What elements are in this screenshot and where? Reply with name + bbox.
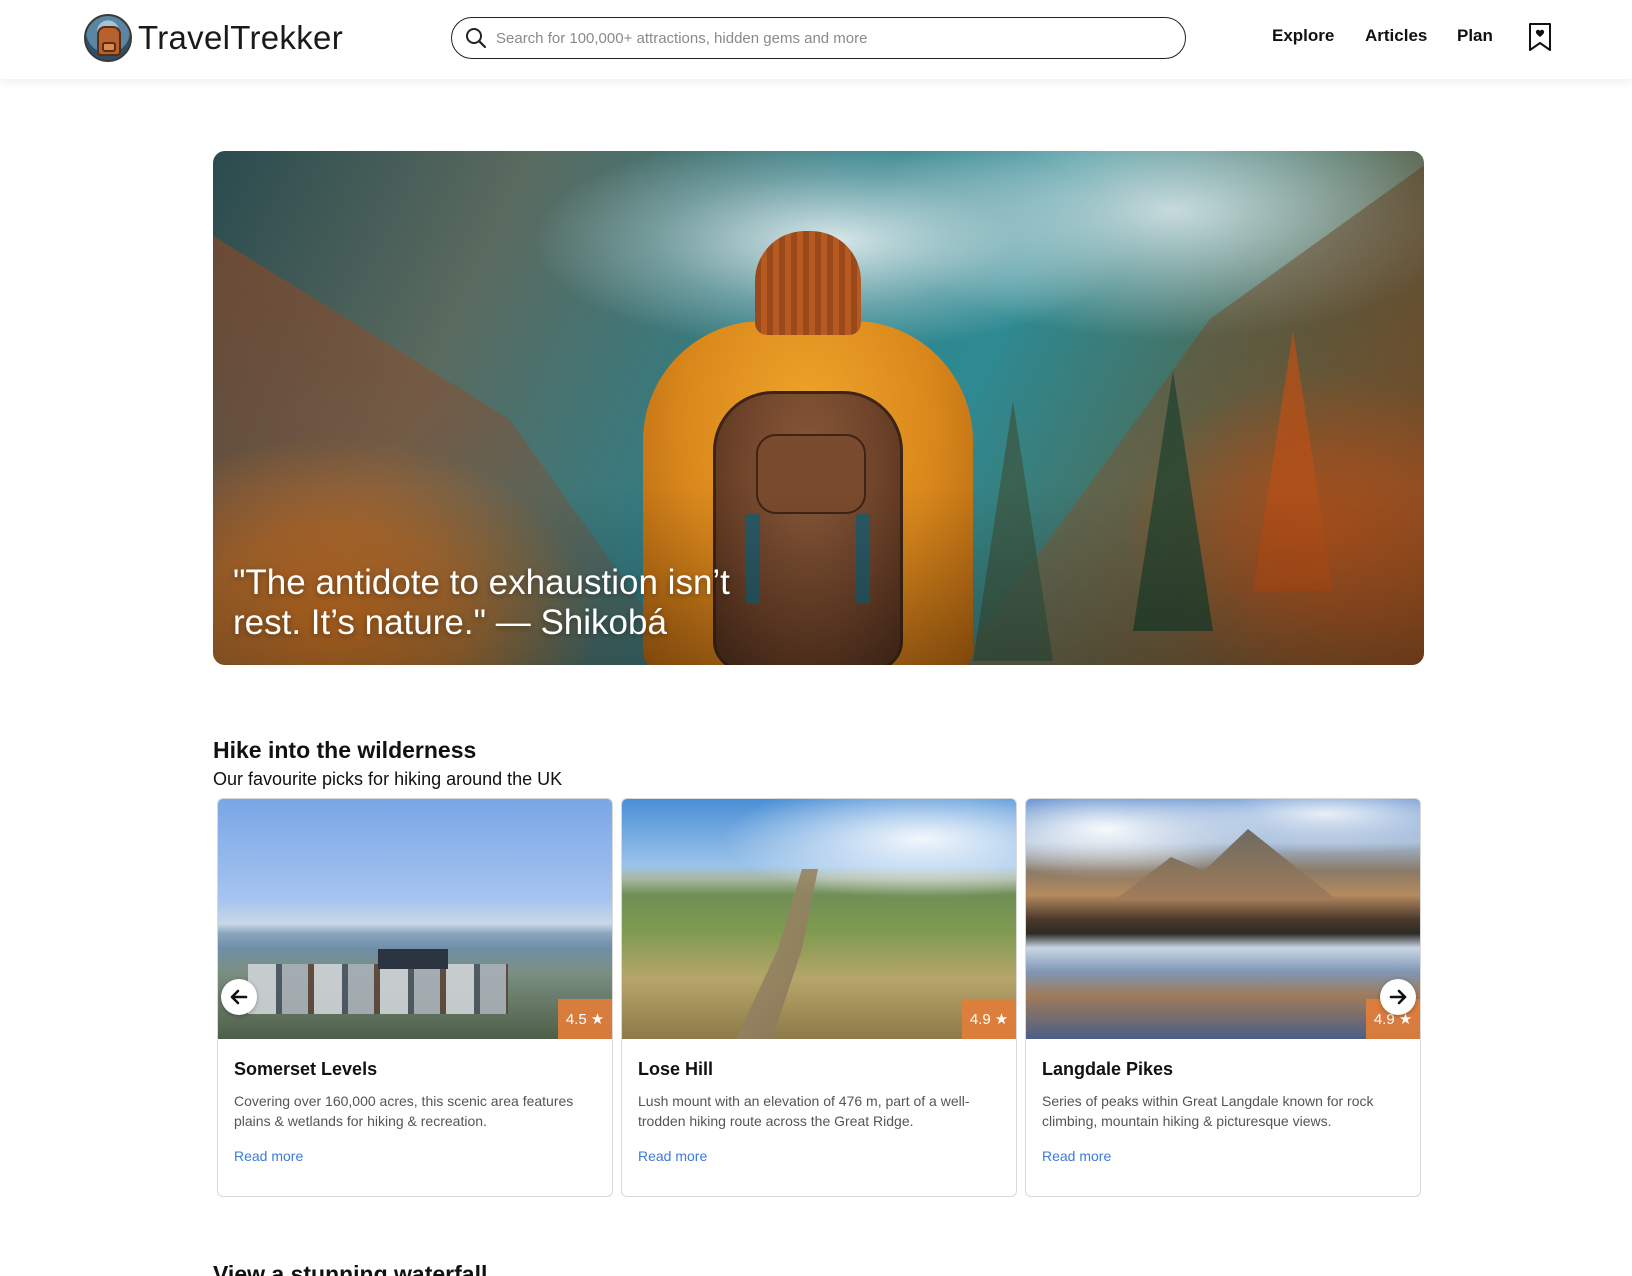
search-input[interactable] bbox=[496, 23, 1116, 53]
hero-banner: "The antidote to exhaustion isn’t rest. … bbox=[213, 151, 1424, 665]
read-more-link[interactable]: Read more bbox=[234, 1148, 303, 1164]
card-description: Covering over 160,000 acres, this scenic… bbox=[234, 1093, 574, 1129]
brand-name: TravelTrekker bbox=[138, 19, 343, 56]
card-title: Langdale Pikes bbox=[1042, 1059, 1174, 1079]
search-bar[interactable] bbox=[451, 17, 1186, 59]
site-header: TravelTrekker Explore Articles Plan bbox=[0, 0, 1632, 79]
rating-badge: 4.9 ★ bbox=[962, 999, 1016, 1039]
rating-badge: 4.5 ★ bbox=[558, 999, 612, 1039]
backpack-logo-icon bbox=[84, 14, 132, 62]
card-description: Series of peaks within Great Langdale kn… bbox=[1042, 1093, 1374, 1129]
hike-card-somerset-levels[interactable]: 4.5 ★ Somerset Levels Covering over 160,… bbox=[217, 798, 613, 1197]
card-image: 4.5 ★ bbox=[218, 799, 612, 1039]
nav-explore[interactable]: Explore bbox=[1272, 26, 1334, 46]
card-description: Lush mount with an elevation of 476 m, p… bbox=[638, 1093, 970, 1129]
arrow-left-icon bbox=[230, 989, 248, 1005]
card-title: Somerset Levels bbox=[234, 1059, 378, 1079]
search-icon bbox=[466, 28, 487, 49]
hero-quote: "The antidote to exhaustion isn’t rest. … bbox=[233, 563, 730, 642]
star-icon: ★ bbox=[994, 1011, 1009, 1028]
hike-card-lose-hill[interactable]: 4.9 ★ Lose Hill Lush mount with an eleva… bbox=[621, 798, 1017, 1197]
carousel-next-button[interactable] bbox=[1380, 979, 1416, 1015]
read-more-link[interactable]: Read more bbox=[1042, 1148, 1111, 1164]
arrow-right-icon bbox=[1389, 989, 1407, 1005]
card-image: 4.9 ★ bbox=[1026, 799, 1420, 1039]
rating-value: 4.9 bbox=[969, 1010, 991, 1028]
brand[interactable]: TravelTrekker bbox=[84, 13, 343, 63]
nav-articles[interactable]: Articles bbox=[1365, 26, 1427, 46]
rating-value: 4.5 bbox=[565, 1010, 587, 1028]
nav-plan[interactable]: Plan bbox=[1457, 26, 1493, 46]
read-more-link[interactable]: Read more bbox=[638, 1148, 707, 1164]
carousel-prev-button[interactable] bbox=[221, 979, 257, 1015]
next-section-title: View a stunning waterfall bbox=[213, 1261, 488, 1276]
section-title: Hike into the wilderness bbox=[213, 737, 477, 763]
card-title: Lose Hill bbox=[638, 1059, 714, 1079]
star-icon: ★ bbox=[590, 1011, 605, 1028]
bookmark-heart-icon[interactable] bbox=[1528, 22, 1552, 52]
section-subtitle: Our favourite picks for hiking around th… bbox=[213, 769, 563, 789]
hike-card-langdale-pikes[interactable]: 4.9 ★ Langdale Pikes Series of peaks wit… bbox=[1025, 798, 1421, 1197]
card-image: 4.9 ★ bbox=[622, 799, 1016, 1039]
